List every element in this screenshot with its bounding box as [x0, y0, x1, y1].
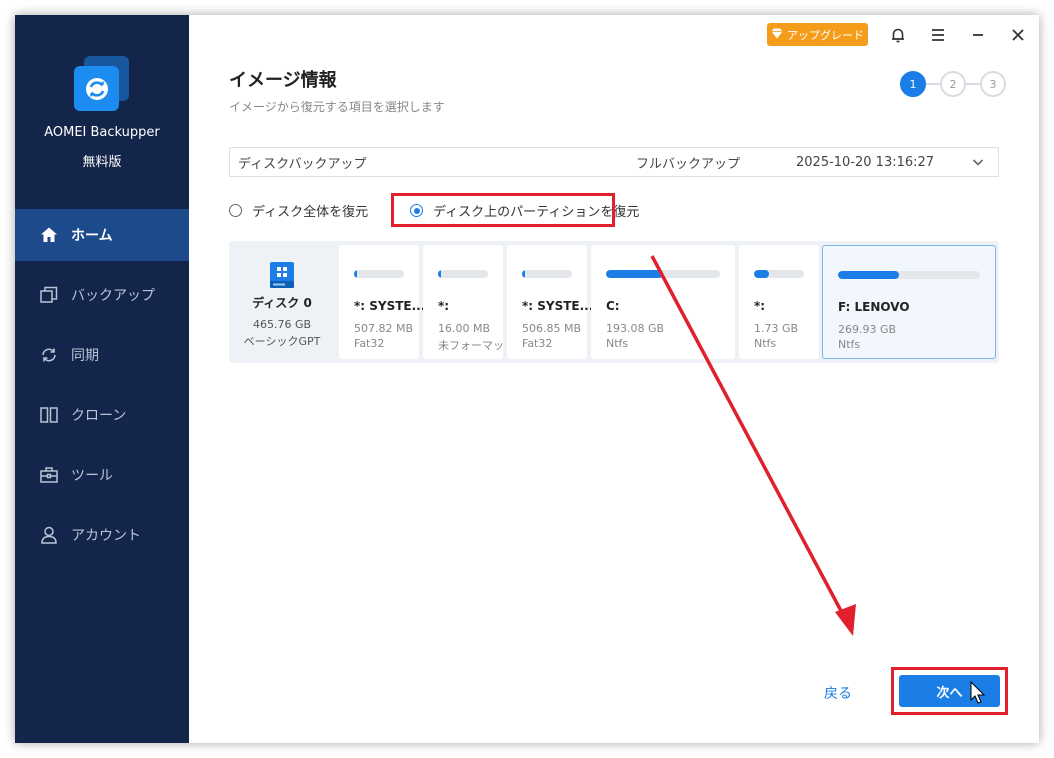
disk-type: ベーシックGPT	[243, 335, 321, 348]
backup-image-dropdown[interactable]: ディスクバックアップ フルバックアップ 2025-10-20 13:16:27	[229, 147, 999, 177]
next-button[interactable]: 次へ	[899, 675, 1000, 707]
partition-filesystem: Ntfs	[606, 337, 629, 350]
usage-bar	[754, 270, 804, 278]
partition-card[interactable]: C: 193.08 GB Ntfs	[591, 245, 735, 359]
usage-bar	[354, 270, 404, 278]
app-name: AOMEI Backupper	[44, 125, 160, 140]
sidebar-item-backup[interactable]: バックアップ	[15, 269, 189, 321]
partition-name: F: LENOVO	[838, 300, 910, 314]
app-logo-icon	[74, 56, 130, 112]
usage-bar	[522, 270, 572, 278]
partition-size: 507.82 MB	[354, 322, 414, 335]
radio-off-icon	[229, 204, 242, 217]
partition-name: C:	[606, 299, 620, 313]
sidebar-item-sync[interactable]: 同期	[15, 329, 189, 381]
partition-size: 193.08 GB	[606, 322, 665, 335]
sidebar-item-home[interactable]: ホーム	[15, 209, 189, 261]
app-edition: 無料版	[82, 155, 122, 170]
partition-card[interactable]: *: SYSTE... 506.85 MB Fat32	[507, 245, 593, 359]
sidebar-item-label: バックアップ	[71, 288, 155, 304]
disk-map: ディスク 0 465.76 GB ベーシックGPT *: SYSTE... 50…	[229, 241, 999, 363]
sidebar-item-account[interactable]: アカウント	[15, 509, 189, 561]
chevron-down-icon	[972, 156, 984, 171]
page-title: イメージ情報	[229, 70, 337, 91]
partition-card[interactable]: *: 16.00 MB 未フォーマット	[423, 245, 515, 359]
page-subtitle: イメージから復元する項目を選択します	[229, 100, 445, 114]
close-icon[interactable]	[1007, 24, 1029, 46]
partition-filesystem: Ntfs	[754, 337, 777, 350]
step-2: 2	[940, 71, 966, 97]
highlight-box	[391, 193, 615, 227]
backup-icon	[39, 285, 59, 305]
menu-icon[interactable]	[927, 24, 949, 46]
step-connector	[966, 83, 980, 85]
partition-card[interactable]: *: SYSTE... 507.82 MB Fat32	[339, 245, 425, 359]
usage-bar	[438, 270, 488, 278]
partition-name: *:	[438, 299, 450, 313]
step-connector	[926, 83, 940, 85]
usage-bar	[838, 271, 980, 279]
backup-type: フルバックアップ	[636, 156, 741, 172]
sidebar-nav: ホーム バックアップ 同期 クローン ツール アカウント	[15, 209, 189, 569]
backup-time: 2025-10-20 13:16:27	[796, 154, 935, 170]
partition-filesystem: Fat32	[354, 337, 385, 350]
partition-filesystem: Fat32	[522, 337, 553, 350]
partition-size: 506.85 MB	[522, 322, 582, 335]
account-icon	[39, 525, 59, 545]
upgrade-button[interactable]: アップグレード	[767, 23, 868, 46]
sidebar-item-label: ツール	[71, 468, 113, 484]
partition-name: *: SYSTE...	[354, 299, 426, 313]
minimize-icon[interactable]	[967, 24, 989, 46]
back-button[interactable]: 戻る	[824, 683, 852, 703]
partition-card[interactable]: *: 1.73 GB Ntfs	[739, 245, 819, 359]
sidebar-item-clone[interactable]: クローン	[15, 389, 189, 441]
sidebar: AOMEI Backupper 無料版 ホーム バックアップ 同期 クローン ツ…	[15, 15, 189, 743]
app-window: AOMEI Backupper 無料版 ホーム バックアップ 同期 クローン ツ…	[15, 15, 1039, 743]
partition-name: *: SYSTE...	[522, 299, 594, 313]
sidebar-item-tools[interactable]: ツール	[15, 449, 189, 501]
restore-whole-disk-radio[interactable]: ディスク全体を復元	[229, 201, 368, 220]
radio-label: ディスク全体を復元	[252, 205, 369, 220]
usage-bar	[606, 270, 720, 278]
sidebar-item-label: アカウント	[71, 528, 141, 544]
sync-icon	[39, 345, 59, 365]
partition-size: 16.00 MB	[438, 322, 491, 335]
partition-filesystem: 未フォーマット	[438, 339, 515, 352]
sidebar-item-label: 同期	[71, 348, 99, 364]
partition-name: *:	[754, 299, 766, 313]
partition-size: 1.73 GB	[754, 322, 799, 335]
disk-size: 465.76 GB	[252, 318, 312, 331]
disk-name: ディスク 0	[252, 296, 312, 310]
partition-card-selected[interactable]: F: LENOVO 269.93 GB Ntfs	[822, 245, 996, 359]
sidebar-item-label: クローン	[71, 408, 127, 424]
home-icon	[39, 225, 59, 245]
bell-icon[interactable]	[887, 24, 909, 46]
step-3: 3	[980, 71, 1006, 97]
partition-filesystem: Ntfs	[838, 338, 861, 351]
partition-size: 269.93 GB	[838, 323, 897, 336]
sidebar-item-label: ホーム	[71, 228, 113, 244]
tools-icon	[39, 465, 59, 485]
step-indicator: 1 2 3	[900, 71, 1006, 97]
step-1: 1	[900, 71, 926, 97]
backup-name: ディスクバックアップ	[238, 156, 367, 172]
diamond-icon	[771, 28, 783, 42]
main-panel: アップグレード イメージ情報 イメージから復元する項目を選択します 1 2 3 …	[189, 15, 1039, 743]
upgrade-label: アップグレード	[787, 28, 864, 42]
disk-icon	[268, 260, 296, 294]
clone-icon	[39, 405, 59, 425]
disk-info: ディスク 0 465.76 GB ベーシックGPT	[229, 241, 335, 363]
